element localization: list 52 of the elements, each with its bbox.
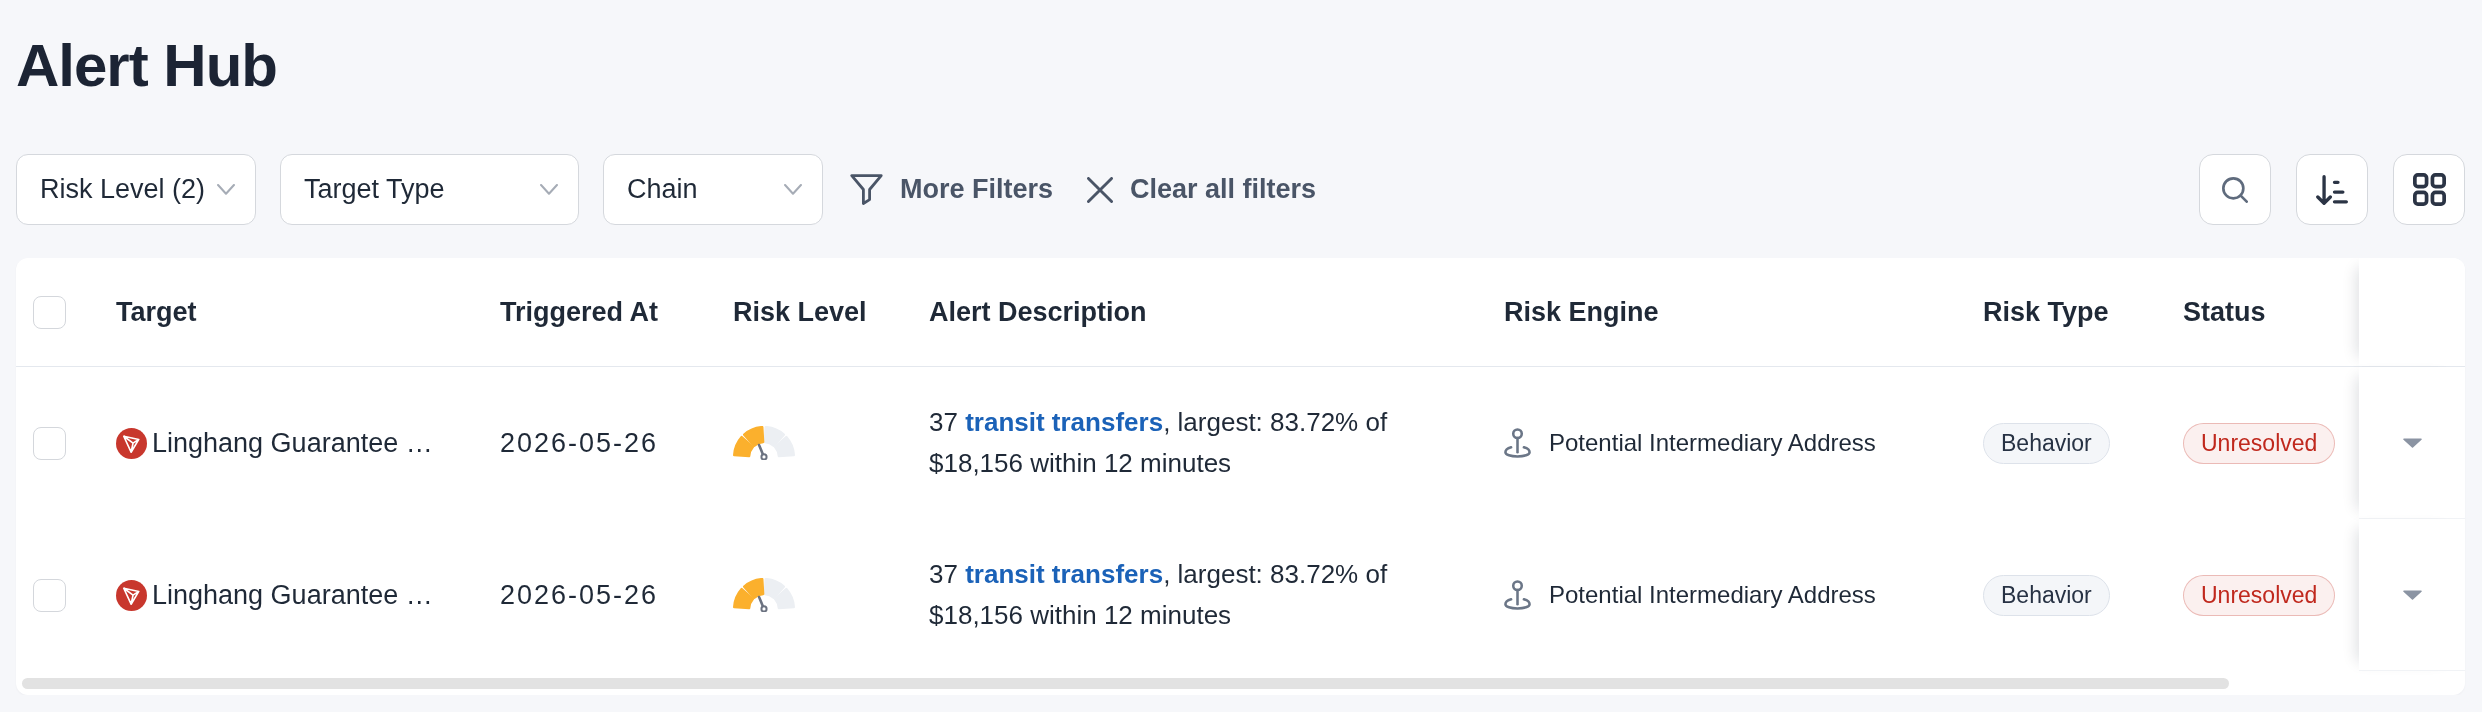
chevron-down-icon bbox=[784, 184, 802, 195]
expand-button[interactable] bbox=[2401, 589, 2423, 600]
column-header: Target bbox=[116, 296, 197, 328]
transfers-link[interactable]: transit transfers bbox=[965, 559, 1164, 589]
column-header: Status bbox=[2183, 296, 2266, 328]
chevron-down-icon bbox=[217, 184, 235, 195]
gauge-needle bbox=[757, 443, 768, 460]
risk-type-tag: Behavior bbox=[1983, 422, 2110, 464]
risk-engine-name: Potential Intermediary Address bbox=[1549, 429, 1876, 457]
chevron-down-icon bbox=[540, 184, 558, 195]
chain-logo-icon bbox=[116, 427, 147, 459]
row-checkbox[interactable] bbox=[33, 578, 66, 612]
select-all-checkbox[interactable] bbox=[33, 295, 66, 329]
filter-funnel-icon bbox=[850, 174, 883, 205]
expand-button[interactable] bbox=[2401, 437, 2423, 448]
scrollbar-thumb[interactable] bbox=[22, 678, 2229, 689]
risk-engine-name: Potential Intermediary Address bbox=[1549, 581, 1876, 609]
target-name: Linghang Guarantee … bbox=[152, 427, 433, 459]
status-tag: Unresolved bbox=[2183, 574, 2336, 616]
column-header: Risk Level bbox=[733, 296, 867, 328]
sort-button[interactable] bbox=[2296, 154, 2368, 225]
clear-filters-button[interactable]: Clear all filters bbox=[1087, 174, 1317, 205]
column-header: Risk Engine bbox=[1504, 296, 1659, 328]
page-title: Alert Hub bbox=[16, 31, 278, 101]
search-button[interactable] bbox=[2199, 154, 2271, 225]
column-header: Triggered At bbox=[500, 296, 659, 328]
pin-icon bbox=[1504, 428, 1531, 458]
grid-view-button[interactable] bbox=[2393, 154, 2465, 225]
caret-down-icon bbox=[2401, 437, 2423, 448]
row-checkbox[interactable] bbox=[33, 426, 66, 460]
filter-dropdown[interactable]: Risk Level (2) bbox=[16, 154, 256, 225]
column-header: Risk Type bbox=[1983, 296, 2109, 328]
close-icon bbox=[1087, 176, 1114, 203]
filter-dropdown[interactable]: Target Type bbox=[280, 154, 579, 225]
more-filters-button[interactable]: More Filters bbox=[850, 174, 1054, 205]
pin-icon bbox=[1504, 580, 1531, 610]
chain-logo-icon bbox=[116, 579, 147, 611]
alert-description: 37 transit transfers, largest: 83.72% of $18,156 within 12 minutes bbox=[929, 558, 1389, 632]
filter-dropdown[interactable]: Chain bbox=[603, 154, 823, 225]
triggered-date: 2026-05-26 bbox=[500, 579, 659, 611]
search-icon bbox=[2222, 176, 2248, 203]
column-header: Alert Description bbox=[929, 296, 1147, 328]
gauge-needle bbox=[757, 595, 768, 612]
risk-type-tag: Behavior bbox=[1983, 574, 2110, 616]
triggered-date: 2026-05-26 bbox=[500, 427, 659, 459]
grid-icon bbox=[2412, 173, 2446, 206]
target-name: Linghang Guarantee … bbox=[152, 579, 433, 611]
status-tag: Unresolved bbox=[2183, 422, 2336, 464]
caret-down-icon bbox=[2401, 589, 2423, 600]
alert-description: 37 transit transfers, largest: 83.72% of $18,156 within 12 minutes bbox=[929, 406, 1389, 480]
sort-descending-icon bbox=[2316, 174, 2348, 205]
transfers-link[interactable]: transit transfers bbox=[965, 407, 1164, 437]
